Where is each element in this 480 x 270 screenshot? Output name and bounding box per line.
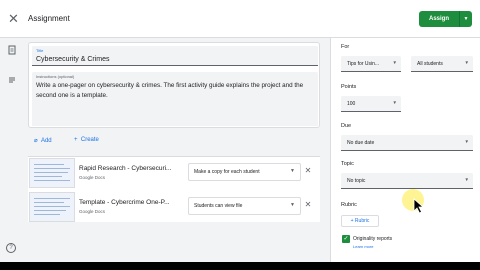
top-bar: ✕ Assignment Assign ▼ [0,0,480,38]
originality-checkbox[interactable]: ✓ [342,235,350,243]
assign-button[interactable]: Assign [419,11,459,27]
caret-down-icon: ▼ [464,60,469,65]
chevron-down-icon: ▼ [463,16,469,22]
rubric-label: Rubric [341,202,357,208]
originality-reports-label: Originality reports [353,236,393,242]
create-button[interactable]: + Create [74,137,99,143]
page-title: Assignment [28,14,70,23]
topic-select[interactable]: No topic ▼ [341,173,473,189]
left-rail [0,38,24,262]
stream-icon[interactable] [7,75,17,85]
plus-icon: + [74,137,78,143]
due-label: Due [341,123,352,129]
attachment-type: Google Docs [79,175,106,180]
sharing-select-value: Students can view file [194,203,243,209]
learn-more-link[interactable]: Learn more [353,244,373,249]
attachment-type: Google Docs [79,209,106,214]
topic-label: Topic [341,161,354,167]
add-rubric-button-label: Rubric [354,218,370,224]
instructions-field-value[interactable]: Write a one-pager on cybersecurity & cri… [36,81,306,101]
sharing-select-value: Make a copy for each student [194,169,260,175]
mouse-pointer-icon [413,198,425,214]
due-date-select[interactable]: No due date ▼ [341,135,473,151]
attachment-list: Rapid Research - Cybersecuri... Google D… [28,156,320,222]
attachment-title[interactable]: Template - Cybercrime One-P... [79,199,183,206]
assignment-settings-panel: For Tips for Usin... ▼ All students ▼ Po… [330,38,480,262]
attachment-actions: ⌀ Add + Create [28,134,320,152]
assign-options-button[interactable]: ▼ [459,11,472,27]
for-label: For [341,44,350,50]
close-icon[interactable]: ✕ [8,11,19,27]
caret-down-icon: ▼ [290,168,295,174]
add-rubric-button[interactable]: + Rubric [341,215,379,227]
classroom-assignment-editor: ✕ Assignment Assign ▼ Title Cybersecurit… [0,0,480,262]
instructions-field[interactable]: Instructions (optional) Write a one-page… [32,72,318,126]
assignment-icon[interactable] [7,45,17,55]
title-field-label: Title [36,48,44,53]
add-button[interactable]: ⌀ Add [34,137,52,144]
document-thumbnail [29,192,75,222]
create-button-label: Create [80,137,99,143]
due-date-select-value: No due date [347,140,375,146]
help-icon[interactable]: ? [6,243,16,253]
remove-attachment-icon[interactable]: ✕ [303,199,313,211]
assignment-details-card: Title Cybersecurity & Crimes Instruction… [28,42,320,128]
topic-select-value: No topic [347,178,366,184]
caret-down-icon: ▼ [290,202,295,208]
attachment-item[interactable]: Rapid Research - Cybersecuri... Google D… [28,157,320,189]
title-field[interactable]: Title Cybersecurity & Crimes [32,46,318,66]
title-field-value[interactable]: Cybersecurity & Crimes [36,56,110,63]
attachment-title[interactable]: Rapid Research - Cybersecuri... [79,165,183,172]
caret-down-icon: ▼ [392,60,397,65]
sharing-select[interactable]: Students can view file ▼ [188,197,301,215]
sharing-select[interactable]: Make a copy for each student ▼ [188,163,301,181]
caret-down-icon: ▼ [464,139,469,144]
caret-down-icon: ▼ [464,177,469,182]
remove-attachment-icon[interactable]: ✕ [303,165,313,177]
points-label: Points [341,84,357,90]
students-select-value: All students [417,61,443,67]
caret-down-icon: ▼ [392,100,397,105]
instructions-field-label: Instructions (optional) [36,74,75,79]
document-thumbnail [29,158,75,188]
class-select-value: Tips for Usin... [347,61,380,67]
points-select-value: 100 [347,101,356,107]
class-select[interactable]: Tips for Usin... ▼ [341,56,401,72]
points-select[interactable]: 100 ▼ [341,96,401,112]
paperclip-icon: ⌀ [34,138,38,144]
attachment-item[interactable]: Template - Cybercrime One-P... Google Do… [28,191,320,223]
students-select[interactable]: All students ▼ [411,56,473,72]
plus-icon: + [350,218,354,224]
add-button-label: Add [40,138,52,144]
